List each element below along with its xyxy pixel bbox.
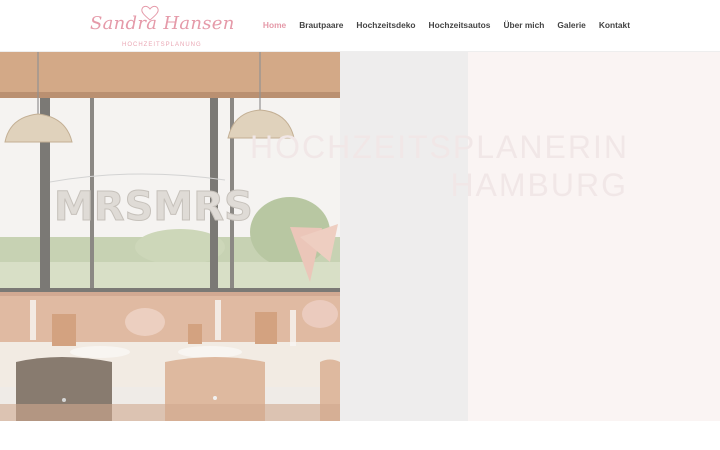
hero-text: HOCHZEITSPLANERIN HAMBURG — [250, 124, 628, 212]
nav-ueber-mich[interactable]: Über mich — [503, 20, 544, 30]
hero-right-panel — [468, 52, 720, 421]
site-header: Sandra Hansen HOCHZEITSPLANUNG Home Brau… — [0, 0, 720, 52]
logo[interactable]: Sandra Hansen HOCHZEITSPLANUNG — [90, 4, 234, 50]
nav-galerie[interactable]: Galerie — [557, 20, 585, 30]
logo-subtitle: HOCHZEITSPLANUNG — [122, 42, 202, 48]
nav-hochzeitsautos[interactable]: Hochzeitsautos — [429, 20, 491, 30]
hero-title-line2: HAMBURG — [450, 167, 628, 203]
hero-mid-panel — [340, 52, 468, 421]
nav-brautpaare[interactable]: Brautpaare — [299, 20, 343, 30]
hero-title: HOCHZEITSPLANERIN HAMBURG — [250, 128, 628, 204]
nav-home[interactable]: Home — [263, 20, 286, 30]
logo-name: Sandra Hansen — [90, 13, 235, 34]
main-nav: Home Brautpaare Hochzeitsdeko Hochzeitsa… — [263, 20, 630, 30]
hero-photo: MRSMRS — [0, 52, 340, 421]
hero-section: MRSMRS HOCHZEITSPLANERIN HAMBURG — [0, 52, 720, 421]
nav-kontakt[interactable]: Kontakt — [599, 20, 630, 30]
hero-title-line1: HOCHZEITSPLANERIN — [250, 129, 629, 165]
wedding-table-photo: MRSMRS — [0, 52, 340, 421]
nav-hochzeitsdeko[interactable]: Hochzeitsdeko — [356, 20, 415, 30]
page-bottom — [0, 421, 720, 450]
